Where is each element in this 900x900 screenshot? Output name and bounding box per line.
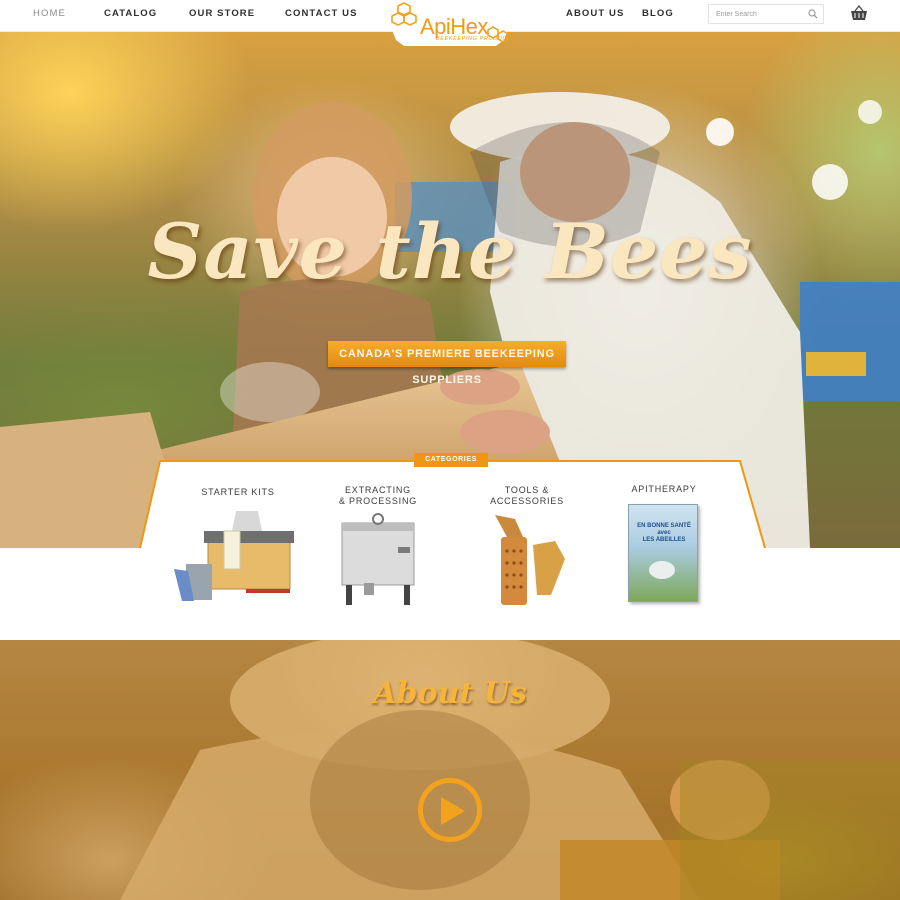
play-icon [441,797,465,825]
category-label-line2: ACCESSORIES [490,496,564,506]
nav-blog[interactable]: BLOG [642,0,674,28]
categories-tab: CATEGORIES [414,453,488,467]
category-tools-accessories[interactable]: TOOLS & ACCESSORIES [467,485,587,610]
category-extracting-processing[interactable]: EXTRACTING & PROCESSING [318,485,438,610]
nav-our-store[interactable]: OUR STORE [189,0,255,28]
starter-kit-image [174,511,294,601]
shopping-basket-icon[interactable] [849,4,869,22]
hero-ribbon: CANADA'S PREMIERE BEEKEEPING SUPPLIERS [316,341,578,386]
search-input[interactable] [709,5,805,23]
nav-home[interactable]: HOME [33,0,66,28]
video-play-button[interactable] [418,778,482,842]
category-label: EXTRACTING & PROCESSING [318,485,438,507]
extractor-image [341,513,415,605]
nav-about-us[interactable]: ABOUT US [566,0,624,28]
categories-background [0,548,900,640]
category-label-line1: EXTRACTING [344,485,411,495]
hero-ribbon-text: CANADA'S PREMIERE BEEKEEPING SUPPLIERS [339,348,555,386]
category-label: APITHERAPY [631,484,697,494]
about-title: About Us [373,676,527,711]
book-title-line3: LES ABEILLES [642,537,686,543]
category-label-line1: TOOLS & [504,485,550,495]
category-apitherapy[interactable]: APITHERAPY EN BONNE SANTÉ avec LES ABEIL… [604,482,724,607]
category-label: TOOLS & ACCESSORIES [467,485,587,507]
apitherapy-book-image: EN BONNE SANTÉ avec LES ABEILLES [628,504,698,602]
book-title-line2: avec [657,530,671,536]
hero-title: Save the Bees [147,207,753,296]
nav-contact-us[interactable]: CONTACT US [285,0,358,28]
logo-tagline: BEEKEEPING PRODUCTS [436,36,516,42]
category-label: STARTER KITS [201,487,275,497]
nav-catalog[interactable]: CATALOG [104,0,157,28]
book-title-line1: EN BONNE SANTÉ [637,523,691,529]
categories-panel [0,460,900,555]
smoker-image [495,515,565,605]
category-starter-kits[interactable]: STARTER KITS [174,485,298,610]
search-icon[interactable] [808,9,818,19]
site-logo[interactable]: ApiHex BEEKEEPING PRODUCTS [380,0,520,58]
about-section: About Us [0,640,900,900]
category-label-line2: & PROCESSING [338,496,418,506]
search-box [708,4,824,24]
